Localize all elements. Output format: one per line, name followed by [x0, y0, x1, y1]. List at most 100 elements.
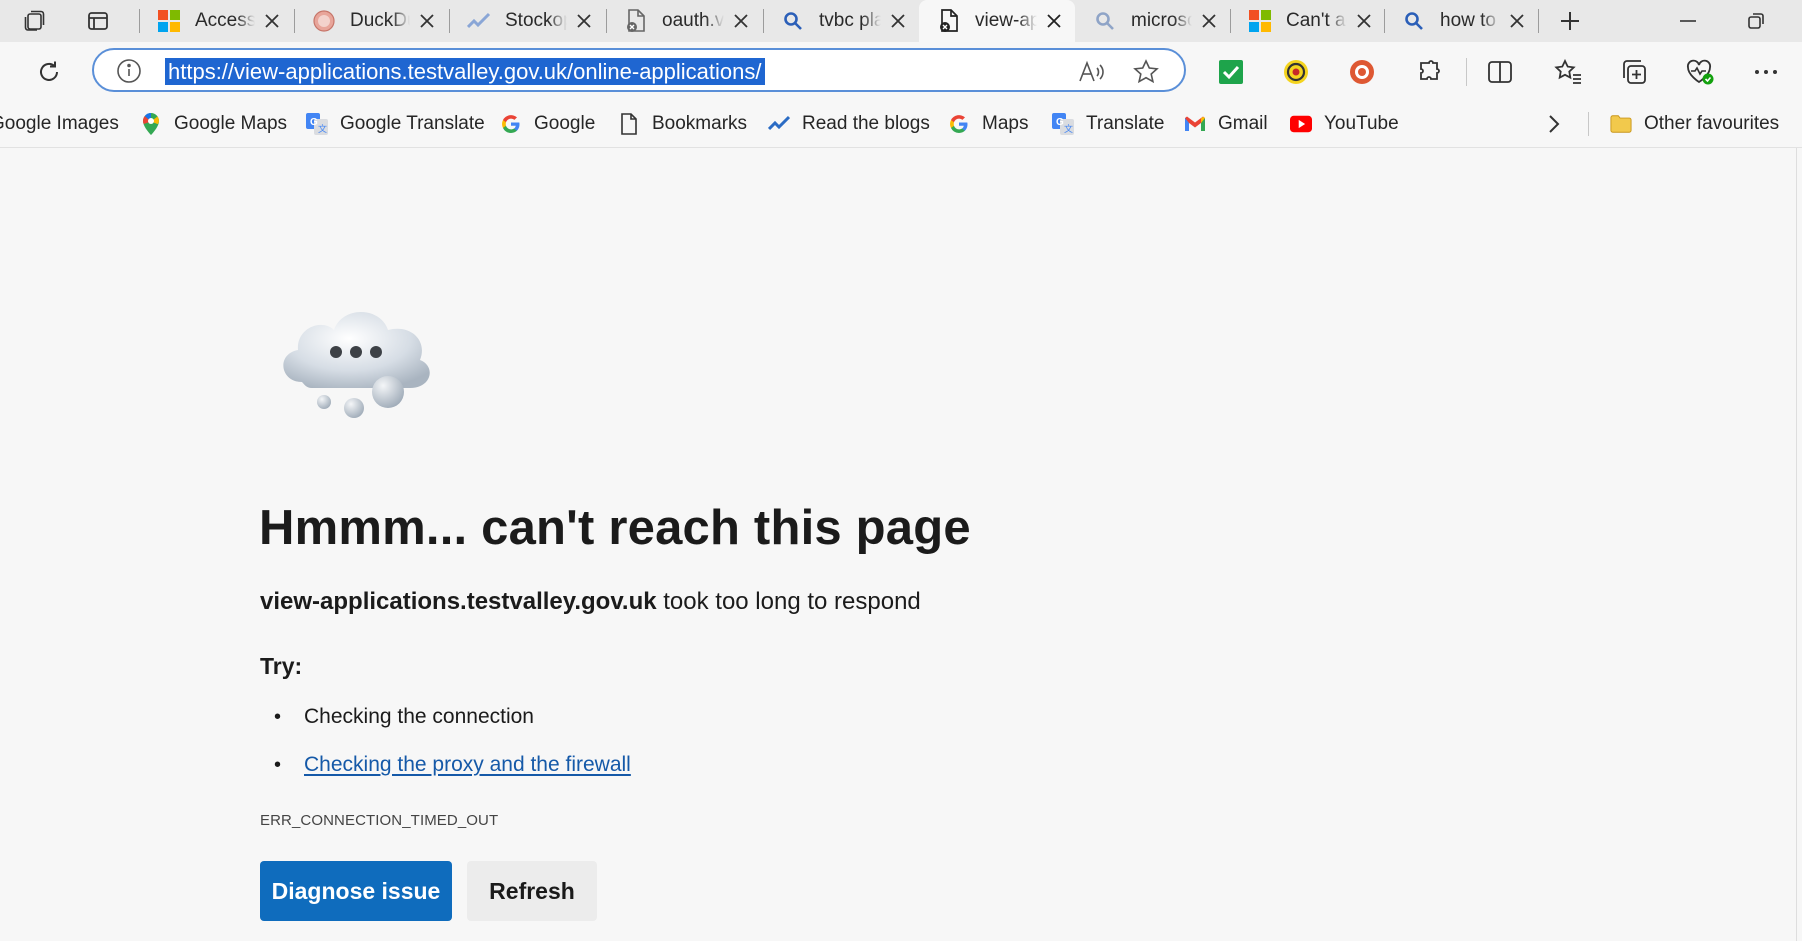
extensions-icon[interactable] — [1408, 51, 1450, 93]
tab-access[interactable]: Access — [139, 2, 293, 40]
folder-icon — [1610, 113, 1632, 135]
read-aloud-icon[interactable] — [1076, 56, 1108, 88]
error-code: ERR_CONNECTION_TIMED_OUT — [260, 812, 499, 829]
favourite-label: Bookmarks — [652, 113, 748, 134]
gmail-icon — [1184, 113, 1206, 135]
site-info-icon[interactable] — [116, 58, 142, 84]
tab-label: how to — [1440, 10, 1496, 31]
favourite-maps[interactable]: Maps — [948, 110, 1028, 138]
tab-label: view-applications — [975, 10, 1037, 31]
youtube-icon — [1290, 113, 1312, 135]
suggestion-list: Checking the connection Checking the pro… — [260, 704, 631, 800]
duckduckgo-icon — [312, 9, 336, 33]
tab-microsoft[interactable]: microsoft — [1075, 2, 1230, 40]
favourite-star-icon[interactable] — [1130, 56, 1162, 88]
chevron-right-icon[interactable] — [1540, 110, 1568, 138]
favourite-google[interactable]: Google — [500, 110, 595, 138]
restore-icon[interactable] — [1736, 4, 1776, 38]
page-error-icon — [624, 9, 648, 33]
yellow-extension-icon[interactable] — [1275, 51, 1317, 93]
browser-toolbar: https://view-applications.testvalley.gov… — [0, 42, 1802, 100]
tab-duckduckgo[interactable]: DuckDuckGo — [294, 2, 448, 40]
favourites-bar: Google Images Google Maps G文 Google Tran… — [0, 100, 1802, 148]
refresh-icon[interactable] — [28, 51, 70, 93]
tab-label: Access — [195, 10, 255, 31]
diagnose-issue-button[interactable]: Diagnose issue — [260, 861, 452, 921]
favourite-gmail[interactable]: Gmail — [1184, 110, 1268, 138]
close-tab-icon[interactable] — [261, 10, 283, 32]
cloud-illustration-icon — [272, 296, 442, 426]
favourite-label: YouTube — [1324, 113, 1399, 134]
checkmark-extension-icon[interactable] — [1210, 51, 1252, 93]
tab-strip: Access DuckDuckGo Stockopedia oauth.v tv… — [0, 0, 1802, 42]
address-bar[interactable]: https://view-applications.testvalley.gov… — [92, 48, 1186, 92]
page-icon — [618, 113, 640, 135]
favourite-label: Gmail — [1218, 113, 1268, 134]
favourite-label: Translate — [1086, 113, 1165, 134]
favourite-youtube[interactable]: YouTube — [1290, 110, 1399, 138]
stocko-icon — [768, 113, 790, 135]
close-tab-icon[interactable] — [416, 10, 438, 32]
other-favourites-label: Other favourites — [1644, 113, 1780, 134]
close-tab-icon[interactable] — [1506, 10, 1528, 32]
refresh-button[interactable]: Refresh — [467, 861, 597, 921]
favourite-bookmarks[interactable]: Bookmarks — [618, 110, 747, 138]
proxy-firewall-link[interactable]: Checking the proxy and the firewall — [304, 753, 631, 776]
svg-text:文: 文 — [1064, 123, 1073, 134]
error-message-text: took too long to respond — [656, 588, 921, 615]
tab-label: oauth.v — [662, 10, 724, 31]
suggestion-text: Checking the connection — [304, 705, 534, 728]
favourite-google-translate[interactable]: G文 Google Translate — [306, 110, 485, 138]
favourite-label: Google Translate — [340, 113, 485, 134]
search-icon — [1093, 9, 1117, 33]
tab-label: microsoft — [1131, 10, 1192, 31]
favourite-label: Google Maps — [174, 113, 288, 134]
favourites-icon[interactable] — [1547, 51, 1589, 93]
minimize-icon[interactable] — [1668, 4, 1708, 38]
tab-oauth[interactable]: oauth.v — [606, 2, 762, 40]
url-text[interactable]: https://view-applications.testvalley.gov… — [165, 58, 765, 85]
close-tab-icon[interactable] — [1353, 10, 1375, 32]
microsoft-logo-icon — [1248, 9, 1272, 33]
error-title: Hmmm... can't reach this page — [259, 501, 971, 555]
svg-text:G: G — [310, 117, 318, 128]
tab-stockopedia[interactable]: Stockopedia — [449, 2, 605, 40]
collections-icon[interactable] — [1613, 51, 1655, 93]
close-tab-icon[interactable] — [1043, 10, 1065, 32]
tab-label: Stockopedia — [505, 10, 567, 31]
suggestion-item: Checking the connection — [260, 704, 631, 752]
favourite-google-images[interactable]: Google Images — [0, 110, 119, 138]
stocko-icon — [467, 9, 491, 33]
tab-label: tvbc planning — [819, 10, 881, 31]
other-favourites[interactable]: Other favourites — [1610, 110, 1779, 138]
tab-cant-access[interactable]: Can't access — [1230, 2, 1385, 40]
close-tab-icon[interactable] — [1198, 10, 1220, 32]
favourite-label: Read the blogs — [802, 113, 930, 134]
error-message: view-applications.testvalley.gov.uk took… — [260, 588, 921, 616]
tab-tvbc-planning[interactable]: tvbc planning — [763, 2, 919, 40]
tab-view-applications[interactable]: view-applications — [919, 0, 1075, 42]
try-label: Try: — [260, 653, 303, 679]
more-options-icon[interactable] — [1745, 51, 1787, 93]
google-translate-icon: G文 — [306, 113, 328, 135]
tab-how-to[interactable]: how to — [1384, 2, 1538, 40]
microsoft-logo-icon — [157, 9, 181, 33]
tab-label: Can't access — [1286, 10, 1347, 31]
workspaces-icon[interactable] — [14, 4, 54, 38]
new-tab-icon[interactable] — [1550, 4, 1590, 38]
favourite-label: Google Images — [0, 113, 119, 134]
favourite-read-the-blogs[interactable]: Read the blogs — [768, 110, 930, 138]
browser-essentials-icon[interactable] — [1679, 51, 1721, 93]
google-maps-icon — [140, 113, 162, 135]
vertical-tabs-icon[interactable] — [78, 4, 118, 38]
google-icon — [948, 113, 970, 135]
close-tab-icon[interactable] — [573, 10, 595, 32]
split-screen-icon[interactable] — [1479, 51, 1521, 93]
favourite-google-maps[interactable]: Google Maps — [140, 110, 287, 138]
svg-text:G: G — [1056, 117, 1064, 128]
error-host: view-applications.testvalley.gov.uk — [260, 588, 657, 615]
favourite-translate[interactable]: G文 Translate — [1052, 110, 1165, 138]
duckduckgo-extension-icon[interactable] — [1341, 51, 1383, 93]
close-tab-icon[interactable] — [887, 10, 909, 32]
close-tab-icon[interactable] — [730, 10, 752, 32]
